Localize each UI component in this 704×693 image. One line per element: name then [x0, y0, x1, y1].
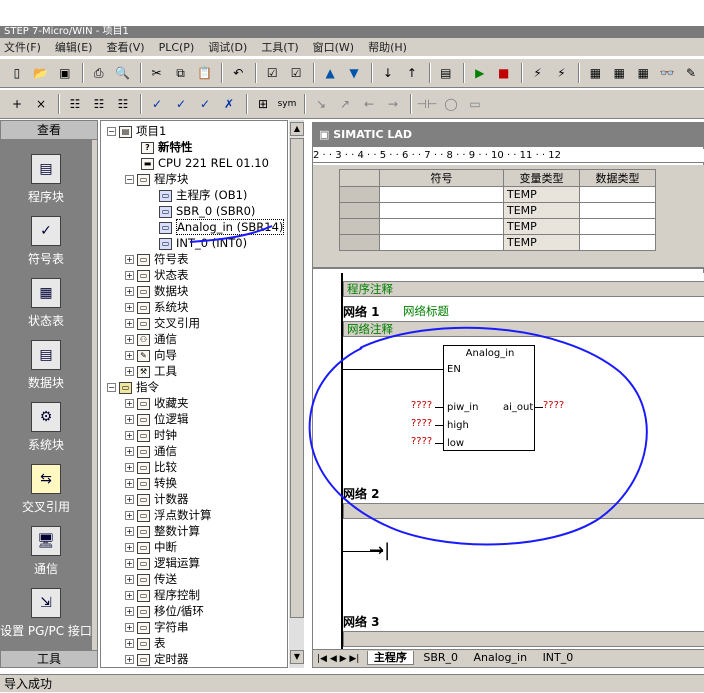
status-text: 导入成功	[4, 677, 53, 691]
status-bar: 导入成功	[0, 674, 704, 692]
annotation-overlay	[189, 225, 648, 546]
underline-annotation	[189, 225, 273, 243]
circle-annotation	[308, 326, 648, 546]
